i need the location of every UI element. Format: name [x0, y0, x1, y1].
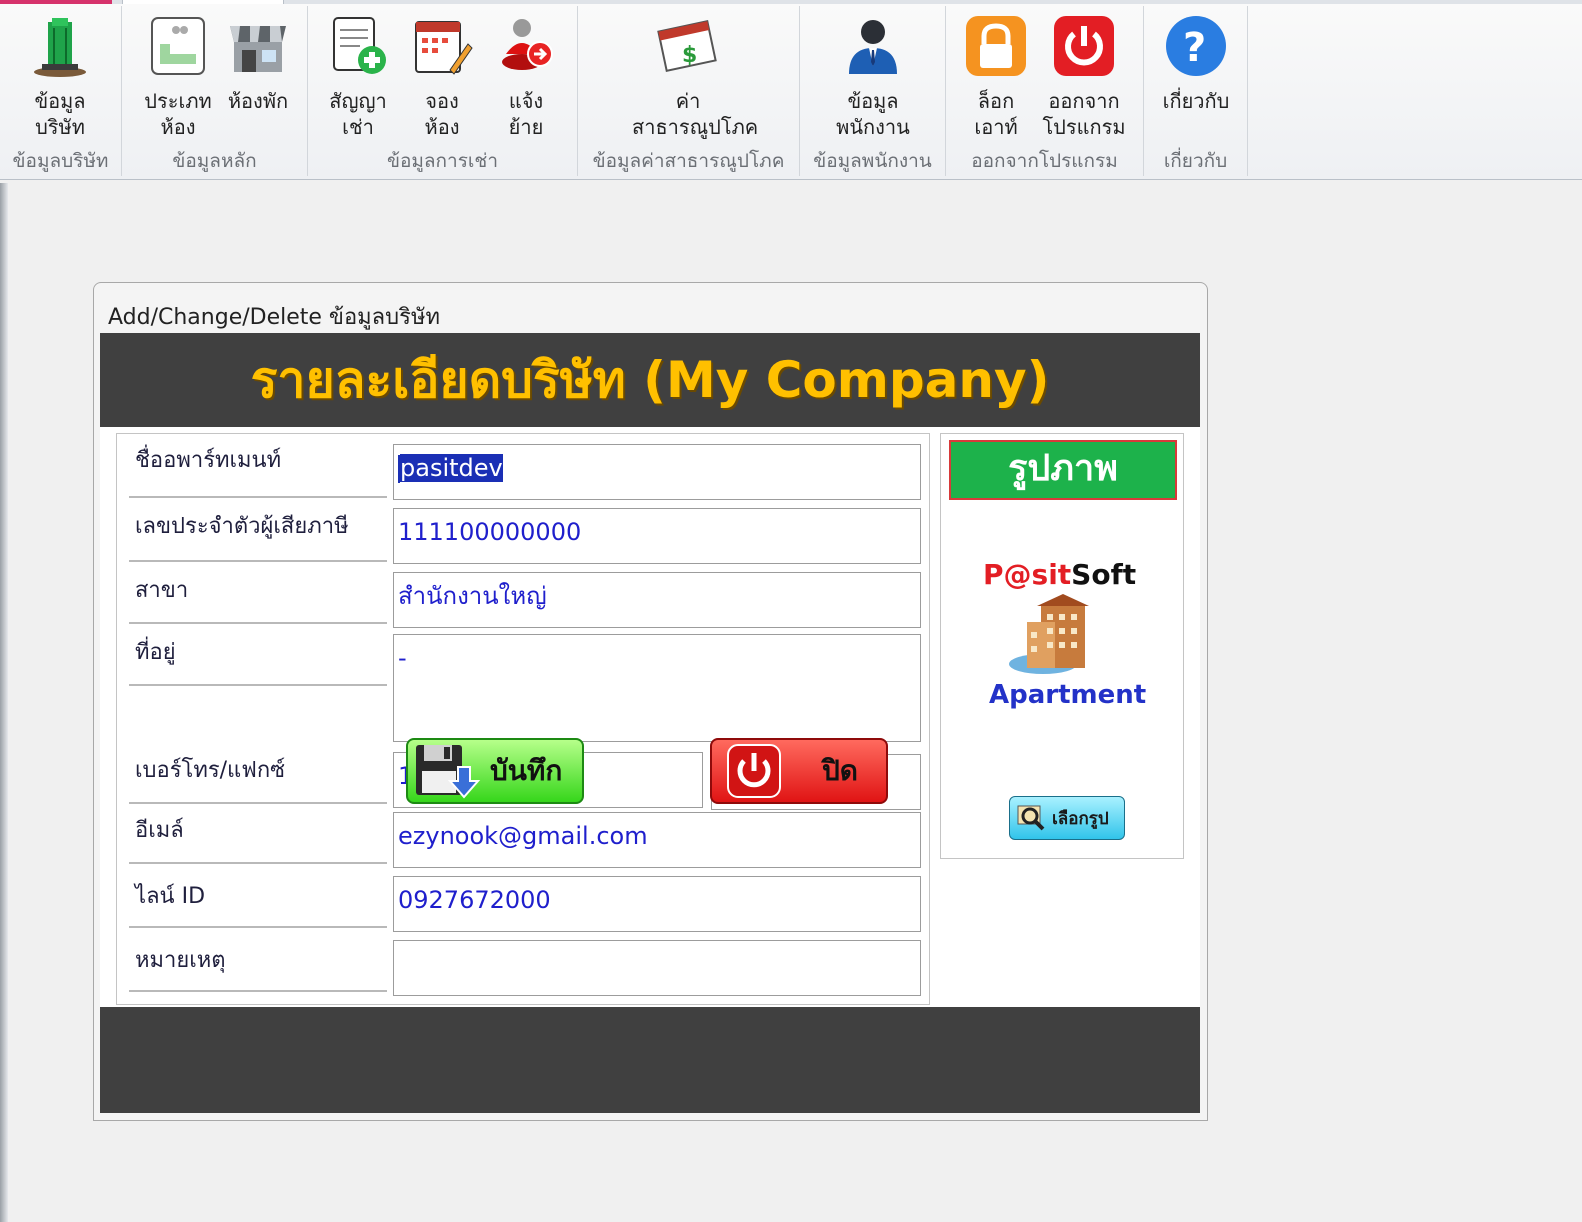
svg-text:$: $ — [682, 43, 697, 68]
employee-label: ข้อมูล พนักงาน — [836, 89, 910, 139]
email-input[interactable]: ezynook@gmail.com — [393, 812, 921, 868]
rooms-label: ห้องพัก — [227, 89, 289, 113]
utility-bill-button[interactable]: $ ค่า สาธารณูปโภค — [632, 10, 758, 142]
lock-icon — [966, 16, 1026, 76]
company-form: รายละเอียดบริษัท (My Company) ชื่ออพาร์ท… — [100, 333, 1200, 1113]
help-icon: ? — [1166, 16, 1226, 76]
employee-icon — [849, 20, 897, 74]
picture-panel: รูปภาพ P@sitSoft Apartment เลือกรูป — [940, 433, 1184, 859]
choose-picture-label: เลือกรูป — [1052, 808, 1109, 829]
close-button-label: ปิด — [822, 754, 858, 787]
field-divider — [129, 560, 387, 562]
rooms-button[interactable]: ห้องพัก — [216, 10, 300, 142]
company-info-label: ข้อมูล บริษัท — [34, 89, 86, 139]
image-search-icon — [1017, 805, 1045, 831]
group-label-rental: ข้อมูลการเช่า — [386, 150, 498, 172]
group-label-master: ข้อมูลหลัก — [172, 150, 257, 172]
active-tab-indicator[interactable] — [0, 0, 112, 4]
tax-id-input[interactable]: 111100000000 — [393, 508, 921, 564]
room-type-icon — [151, 17, 205, 75]
field-divider — [129, 622, 387, 624]
branch-input[interactable]: สำนักงานใหญ่ — [393, 572, 921, 628]
logo-text-pasit: P@sit — [983, 558, 1072, 591]
floppy-save-icon — [416, 745, 481, 799]
field-divider — [129, 802, 387, 804]
exit-program-button[interactable]: ออกจาก โปรแกรม — [1042, 10, 1126, 142]
ribbon-group-utility: $ ค่า สาธารณูปโภค ข้อมูลค่าสาธารณูปโภค — [578, 6, 800, 176]
apartment-name-label: ชื่ออพาร์ทเมนท์ — [135, 448, 282, 473]
form-header-title: รายละเอียดบริษัท (My Company) — [250, 350, 1050, 409]
move-out-button[interactable]: แจ้ง ย้าย — [484, 10, 568, 142]
save-button[interactable]: บันทึก — [406, 738, 584, 804]
field-divider — [129, 496, 387, 498]
close-button[interactable]: ปิด — [710, 738, 888, 804]
tax-id-label: เลขประจำตัวผู้เสียภาษี — [135, 514, 349, 539]
address-input[interactable]: - — [393, 634, 921, 742]
group-label-about: เกี่ยวกับ — [1163, 150, 1228, 172]
field-divider — [129, 990, 387, 992]
logo-text-soft: Soft — [1071, 558, 1137, 591]
note-label: หมายเหตุ — [135, 948, 226, 973]
ribbon-group-rental: สัญญา เช่า จอง ห้อง แจ้ง ย้าย ข้อมูลการเ… — [308, 6, 578, 176]
logout-button[interactable]: ล็อก เอาท์ — [954, 10, 1038, 142]
group-label-employee: ข้อมูลพนักงาน — [813, 150, 932, 172]
power-icon — [1054, 16, 1114, 76]
utility-bill-label: ค่า สาธารณูปโภค — [632, 89, 759, 139]
ribbon-tab-strip — [0, 0, 1582, 4]
move-out-label: แจ้ง ย้าย — [508, 89, 544, 139]
about-button[interactable]: ? เกี่ยวกับ — [1154, 10, 1238, 142]
bills-icon: $ — [657, 20, 717, 72]
field-divider — [129, 684, 387, 686]
note-input[interactable] — [393, 940, 921, 996]
group-label-company: ข้อมูลบริษัท — [12, 150, 109, 172]
room-type-button[interactable]: ประเภท ห้อง — [136, 10, 220, 142]
fields-panel: ชื่ออพาร์ทเมนท์ pasitdev เลขประจำตัวผู้เ… — [116, 433, 930, 1005]
exit-program-label: ออกจาก โปรแกรม — [1042, 89, 1126, 139]
form-footer — [100, 1007, 1200, 1113]
address-label: ที่อยู่ — [135, 640, 176, 665]
ribbon: ข้อมูล บริษัท ข้อมูลบริษัท ประเภท ห้อง ห… — [0, 0, 1582, 180]
phone-fax-label: เบอร์โทร/แฟกซ์ — [135, 758, 286, 783]
ribbon-group-company: ข้อมูล บริษัท ข้อมูลบริษัท — [0, 6, 122, 176]
dialog-title: Add/Change/Delete ข้อมูลบริษัท — [108, 305, 440, 330]
field-divider — [129, 926, 387, 928]
building-icon — [34, 18, 86, 77]
apartment-building-icon — [1009, 594, 1089, 674]
apartment-name-input[interactable]: pasitdev — [393, 444, 921, 500]
ribbon-group-employee: ข้อมูล พนักงาน ข้อมูลพนักงาน — [800, 6, 946, 176]
logo-wordmark: P@sitSoft — [983, 558, 1136, 591]
calendar-edit-icon — [415, 21, 473, 75]
group-label-exit: ออกจากโปรแกรม — [971, 150, 1118, 172]
apartment-name-value: pasitdev — [400, 454, 503, 482]
picture-title: รูปภาพ — [949, 440, 1177, 500]
choose-picture-button[interactable]: เลือกรูป — [1009, 796, 1125, 840]
power-close-icon — [727, 744, 781, 798]
field-divider — [129, 862, 387, 864]
company-info-button[interactable]: ข้อมูล บริษัท — [18, 10, 102, 142]
logo-apartment-text: Apartment — [989, 680, 1147, 710]
line-id-input[interactable]: 0927672000 — [393, 876, 921, 932]
shop-icon — [230, 26, 286, 72]
svg-text:?: ? — [1183, 25, 1206, 71]
form-header: รายละเอียดบริษัท (My Company) — [100, 333, 1200, 427]
tab-frame — [122, 0, 284, 4]
ribbon-group-exit: ล็อก เอาท์ ออกจาก โปรแกรม ออกจากโปรแกรม — [946, 6, 1144, 176]
group-label-utility: ข้อมูลค่าสาธารณูปโภค — [592, 150, 785, 172]
employee-button[interactable]: ข้อมูล พนักงาน — [831, 10, 915, 142]
ribbon-group-about: ? เกี่ยวกับ เกี่ยวกับ — [1144, 6, 1248, 176]
about-label: เกี่ยวกับ — [1162, 89, 1230, 113]
ribbon-group-master: ประเภท ห้อง ห้องพัก ข้อมูลหลัก — [122, 6, 308, 176]
save-button-label: บันทึก — [490, 754, 563, 787]
company-logo: P@sitSoft Apartment — [971, 558, 1161, 728]
line-id-label: ไลน์ ID — [135, 884, 206, 909]
email-label: อีเมล์ — [135, 818, 184, 843]
company-dialog: Add/Change/Delete ข้อมูลบริษัท รายละเอีย… — [93, 282, 1208, 1121]
contract-add-icon — [333, 17, 386, 74]
move-out-icon — [502, 19, 553, 70]
branch-label: สาขา — [135, 578, 189, 603]
mdi-left-edge — [0, 183, 8, 1222]
